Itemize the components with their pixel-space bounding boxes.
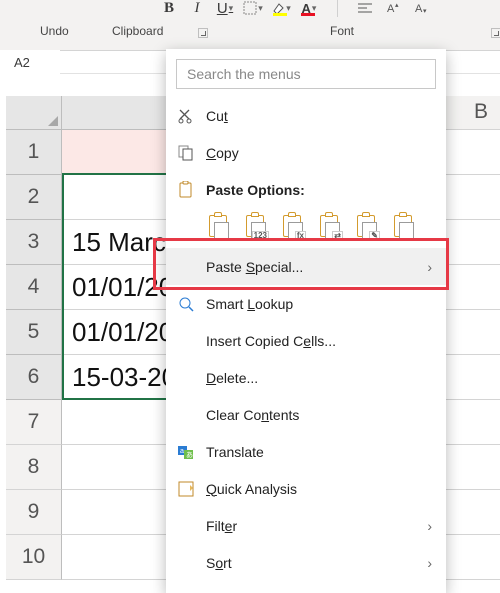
svg-text:▴: ▴ [395, 2, 399, 9]
bold-button[interactable]: B [158, 0, 180, 17]
ribbon-fragment: B I U▾ ▾ ▾ A▾ A▴ A▾ Undo Clipboard Font [0, 0, 500, 50]
menu-label: Filter [206, 518, 237, 534]
scissors-icon [176, 106, 196, 126]
name-box[interactable]: A2 [0, 50, 60, 74]
svg-text:あ: あ [186, 451, 193, 459]
row-header[interactable]: 3 [6, 220, 62, 265]
font-color-button[interactable]: A▾ [298, 0, 320, 17]
font-group-label: Font [330, 24, 354, 38]
align-button-1[interactable] [354, 0, 376, 17]
menu-label: Quick Analysis [206, 481, 297, 497]
row-header[interactable]: 9 [6, 490, 62, 535]
row-header[interactable]: 10 [6, 535, 62, 580]
menu-label: Copy [206, 145, 239, 161]
menu-translate[interactable]: aあ Translate [166, 433, 446, 470]
undo-group-label: Undo [40, 24, 69, 38]
menu-quick-analysis[interactable]: Quick Analysis [166, 470, 446, 507]
row-header[interactable]: 6 [6, 355, 62, 400]
menu-label: Paste Options: [206, 182, 305, 198]
menu-label: Insert Copied Cells... [206, 333, 336, 349]
menu-label: Cut [206, 108, 228, 124]
menu-label: Paste Special... [206, 259, 303, 275]
menu-insert-copied-cells[interactable]: Insert Copied Cells... [166, 322, 446, 359]
divider [326, 0, 348, 17]
quick-analysis-icon [176, 479, 196, 499]
menu-copy[interactable]: Copy [166, 134, 446, 171]
menu-clear-contents[interactable]: Clear Contents [166, 396, 446, 433]
paste-all-icon[interactable] [206, 215, 232, 241]
paste-transpose-icon[interactable]: ⇄ [317, 215, 343, 241]
menu-cut[interactable]: Cut [166, 97, 446, 134]
context-menu: Cut Copy Paste Options: 123 fx ⇄ ✎ Paste… [166, 49, 446, 593]
row-header[interactable]: 1 [6, 130, 62, 175]
chevron-right-icon: › [427, 518, 432, 534]
paste-formulas-icon[interactable]: fx [280, 215, 306, 241]
svg-text:a: a [180, 448, 184, 455]
font-dialog-launcher[interactable] [491, 28, 500, 38]
menu-delete[interactable]: Delete... [166, 359, 446, 396]
clipboard-icon [176, 180, 196, 200]
increase-font-button[interactable]: A▴ [382, 0, 404, 17]
svg-text:A: A [387, 3, 395, 15]
decrease-font-button[interactable]: A▾ [410, 0, 432, 17]
menu-paste-special[interactable]: Paste Special... › [166, 248, 446, 285]
clipboard-group-label: Clipboard [112, 24, 163, 38]
menu-paste-options-header: Paste Options: [166, 171, 446, 208]
menu-label: Translate [206, 444, 264, 460]
row-header[interactable]: 5 [6, 310, 62, 355]
row-header[interactable]: 8 [6, 445, 62, 490]
borders-button[interactable]: ▾ [242, 0, 264, 17]
menu-sort[interactable]: Sort › [166, 544, 446, 581]
paste-formatting-icon[interactable]: ✎ [354, 215, 380, 241]
menu-label: Clear Contents [206, 407, 299, 423]
underline-button[interactable]: U▾ [214, 0, 236, 17]
row-header[interactable]: 4 [6, 265, 62, 310]
paste-link-icon[interactable] [391, 215, 417, 241]
fill-color-button[interactable]: ▾ [270, 0, 292, 17]
menu-smart-lookup[interactable]: Smart Lookup [166, 285, 446, 322]
menu-label: Sort [206, 555, 232, 571]
copy-icon [176, 143, 196, 163]
row-header[interactable]: 7 [6, 400, 62, 445]
clipboard-dialog-launcher[interactable] [198, 28, 208, 38]
row-header[interactable]: 2 [6, 175, 62, 220]
italic-button[interactable]: I [186, 0, 208, 17]
svg-text:A: A [415, 3, 423, 15]
paste-values-icon[interactable]: 123 [243, 215, 269, 241]
search-globe-icon [176, 294, 196, 314]
chevron-right-icon: › [427, 259, 432, 275]
menu-search-input[interactable] [176, 59, 436, 89]
translate-icon: aあ [176, 442, 196, 462]
menu-label: Delete... [206, 370, 258, 386]
svg-text:▾: ▾ [423, 8, 427, 15]
menu-filter[interactable]: Filter › [166, 507, 446, 544]
select-all-triangle[interactable] [6, 96, 62, 130]
menu-label: Smart Lookup [206, 296, 293, 312]
chevron-right-icon: › [427, 555, 432, 571]
paste-options-row: 123 fx ⇄ ✎ [166, 208, 446, 248]
